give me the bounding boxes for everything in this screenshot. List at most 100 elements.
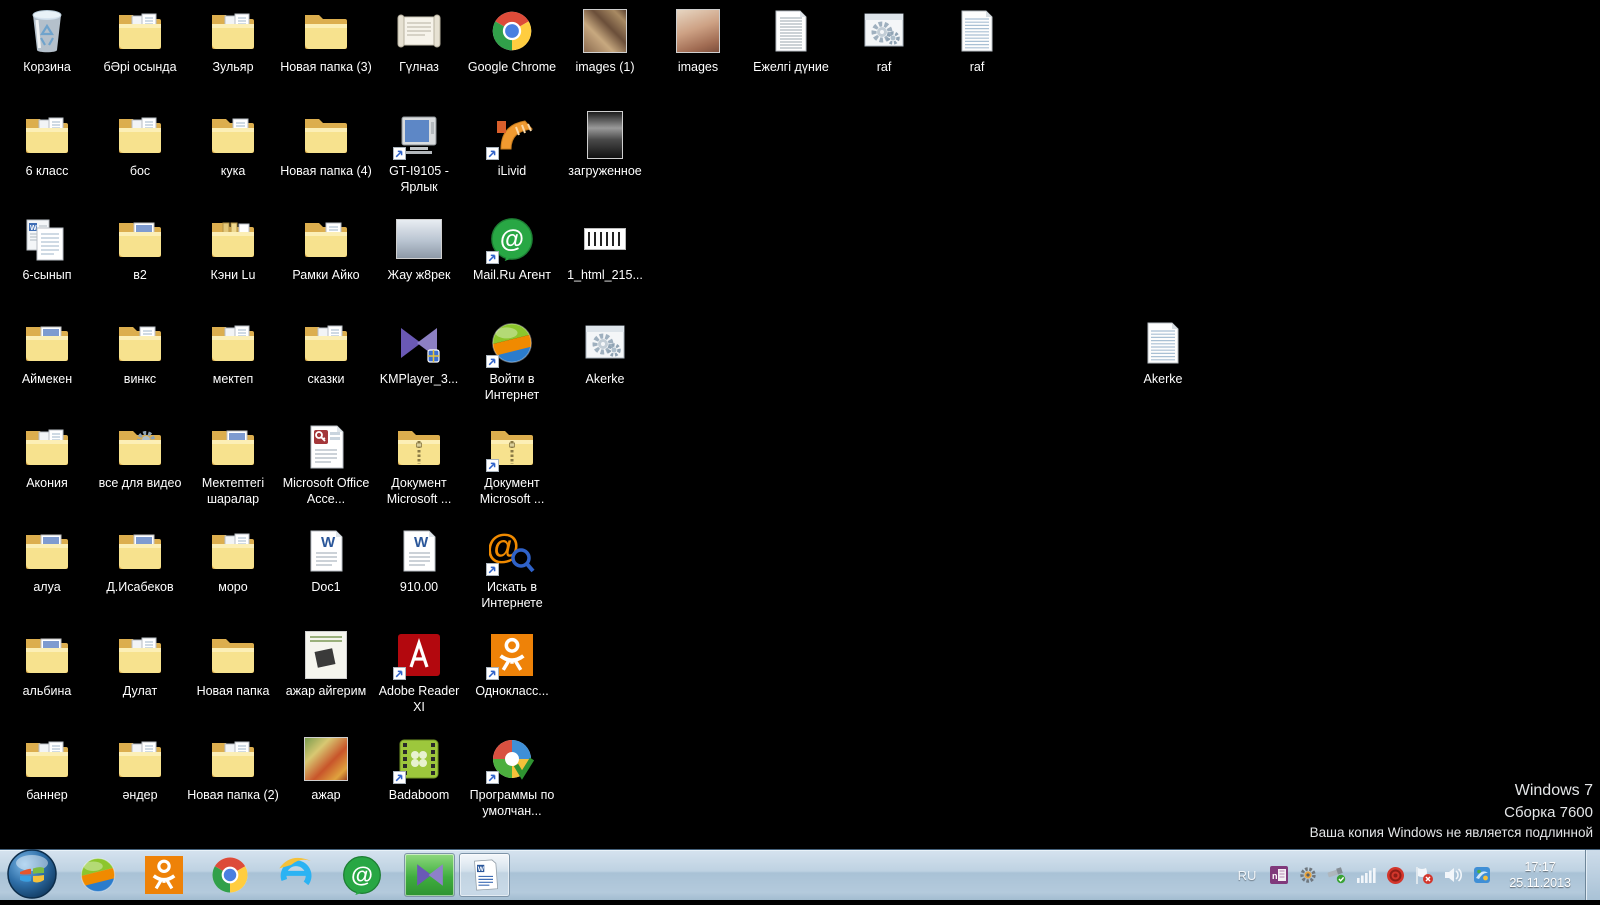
- volume-icon[interactable]: [1443, 865, 1463, 885]
- folder-icon[interactable]: Рамки Айко: [280, 214, 372, 283]
- mailru-tray-icon[interactable]: [1385, 865, 1405, 885]
- folder-icon[interactable]: Новая папка (4): [280, 110, 372, 179]
- word-window-button[interactable]: W: [459, 853, 510, 897]
- photo-thumbnail-icon[interactable]: images (1): [559, 6, 651, 75]
- kmplayer-window-button[interactable]: [404, 853, 455, 897]
- internet-explorer-icon[interactable]: [276, 855, 316, 895]
- folder-icon[interactable]: Дулат: [94, 630, 186, 699]
- folder-icon-art: [299, 214, 353, 264]
- photo-thumbnail-icon-art: [578, 214, 632, 264]
- show-desktop-button[interactable]: [1585, 850, 1600, 900]
- word-document-icon[interactable]: W 910.00: [373, 526, 465, 595]
- start-button[interactable]: [6, 848, 58, 900]
- desktop-icon-label: iLivid: [497, 164, 527, 178]
- language-indicator[interactable]: RU: [1234, 868, 1261, 883]
- photo-thumbnail-icon[interactable]: ажар: [280, 734, 372, 803]
- desktop-icon-label: Документ Microsoft ...: [479, 476, 545, 507]
- folder-icon[interactable]: Новая папка (3): [280, 6, 372, 75]
- desktop-icon-label: Гүлназ: [399, 60, 439, 74]
- mailru-agent-icon[interactable]: @: [342, 855, 382, 895]
- adobe-reader-shortcut-icon[interactable]: Adobe Reader XI: [373, 630, 465, 716]
- folder-icon[interactable]: сказки: [280, 318, 372, 387]
- folder-icon[interactable]: Аймекен: [1, 318, 93, 387]
- folder-icon-art: [299, 318, 353, 368]
- folder-icon[interactable]: альбина: [1, 630, 93, 699]
- gear-tray-icon[interactable]: [1298, 865, 1318, 885]
- folder-icon[interactable]: моро: [187, 526, 279, 595]
- folder-icon[interactable]: әндер: [94, 734, 186, 803]
- photo-thumbnail-icon[interactable]: ажар айгерим: [280, 630, 372, 699]
- folder-icon[interactable]: Д.Исабеков: [94, 526, 186, 595]
- desktop-icon-label: images: [677, 60, 719, 74]
- folder-icon[interactable]: Новая папка: [187, 630, 279, 699]
- folder-icon[interactable]: 6 класс: [1, 110, 93, 179]
- internet-sphere-icon[interactable]: [78, 855, 118, 895]
- odnoklassniki-icon[interactable]: [144, 855, 184, 895]
- network-signal-icon[interactable]: [1356, 865, 1376, 885]
- clock[interactable]: 17:17 25.11.2013: [1509, 859, 1571, 891]
- settings-window-icon[interactable]: Akerke: [559, 318, 651, 387]
- action-center-flag-icon[interactable]: [1414, 865, 1434, 885]
- notepad-file-icon-art: [1136, 318, 1190, 368]
- notepad-file-icon[interactable]: Akerke: [1117, 318, 1209, 387]
- folder-icon-art: [113, 6, 167, 56]
- mailru-agent-shortcut-icon[interactable]: @ Mail.Ru Агент: [466, 214, 558, 283]
- odnoklassniki-shortcut-icon[interactable]: Однокласс...: [466, 630, 558, 699]
- recycle-bin-icon[interactable]: Корзина: [1, 6, 93, 75]
- word-document-icon[interactable]: W Doc1: [280, 526, 372, 595]
- folder-icon[interactable]: бӘрі осында: [94, 6, 186, 75]
- chrome-icon[interactable]: Google Chrome: [466, 6, 558, 75]
- safely-remove-hardware-icon[interactable]: [1327, 865, 1347, 885]
- photo-thumbnail-icon-art: [299, 734, 353, 784]
- desktop-icon-label: Документ Microsoft ...: [386, 476, 452, 507]
- recycle-bin-icon-art: [20, 6, 74, 56]
- text-document-icon[interactable]: Ежелгі дүние: [745, 6, 837, 75]
- internet-sphere-shortcut-icon[interactable]: Войти в Интернет: [466, 318, 558, 404]
- ilivid-icon[interactable]: iLivid: [466, 110, 558, 179]
- folder-icon-art: [20, 318, 74, 368]
- kmplayer-icon[interactable]: KMPlayer_3...: [373, 318, 465, 387]
- desktop-icon-label: Однокласс...: [475, 684, 549, 698]
- photo-thumbnail-icon[interactable]: загруженное: [559, 110, 651, 179]
- folder-icon-art: [206, 318, 260, 368]
- desktop-icon-label: 6 класс: [25, 164, 69, 178]
- scroll-document-icon[interactable]: Гүлназ: [373, 6, 465, 75]
- zip-folder-icon[interactable]: Документ Microsoft ...: [373, 422, 465, 508]
- folder-icon-art: [206, 422, 260, 472]
- folder-icon[interactable]: бос: [94, 110, 186, 179]
- folder-icon[interactable]: Кэни Lu: [187, 214, 279, 283]
- folder-icon[interactable]: винкс: [94, 318, 186, 387]
- photo-thumbnail-icon[interactable]: images: [652, 6, 744, 75]
- folder-icon[interactable]: баннер: [1, 734, 93, 803]
- folder-icon[interactable]: алуа: [1, 526, 93, 595]
- settings-window-icon[interactable]: raf: [838, 6, 930, 75]
- default-programs-shortcut-icon[interactable]: Программы по умолчан...: [466, 734, 558, 820]
- access-document-icon[interactable]: Microsoft Office Acce...: [280, 422, 372, 508]
- folder-icon[interactable]: все для видео: [94, 422, 186, 491]
- chrome-icon[interactable]: [210, 855, 250, 895]
- clock-time: 17:17: [1524, 860, 1556, 874]
- folder-icon[interactable]: Новая папка (2): [187, 734, 279, 803]
- notepad-file-icon[interactable]: raf: [931, 6, 1023, 75]
- folder-icon[interactable]: в2: [94, 214, 186, 283]
- device-shortcut-icon[interactable]: GT-I9105 - Ярлык: [373, 110, 465, 196]
- folder-icon[interactable]: мектеп: [187, 318, 279, 387]
- photo-thumbnail-icon[interactable]: Жау ж8рек: [373, 214, 465, 283]
- photo-thumbnail-icon-art: [578, 110, 632, 160]
- onenote-tray-icon[interactable]: n: [1269, 865, 1289, 885]
- desktop-icon-label: GT-I9105 - Ярлык: [389, 164, 449, 195]
- folder-icon[interactable]: кука: [187, 110, 279, 179]
- default-programs-shortcut-icon-art: [485, 734, 539, 784]
- photo-thumbnail-icon[interactable]: 1_html_215...: [559, 214, 651, 283]
- photo-thumbnail-icon-art: [671, 6, 725, 56]
- windows-update-icon[interactable]: [1472, 865, 1492, 885]
- badaboom-shortcut-icon[interactable]: Badaboom: [373, 734, 465, 803]
- svg-text:W: W: [477, 866, 484, 873]
- zip-folder-shortcut-icon[interactable]: Документ Microsoft ...: [466, 422, 558, 508]
- desktop-icon-label: ажар: [311, 788, 341, 802]
- folder-icon[interactable]: Зульяр: [187, 6, 279, 75]
- search-internet-shortcut-icon[interactable]: @ Искать в Интернете: [466, 526, 558, 612]
- folder-icon[interactable]: Мектептегі шаралар: [187, 422, 279, 508]
- word-documents-icon[interactable]: W 6-сынып: [1, 214, 93, 283]
- folder-icon[interactable]: Акония: [1, 422, 93, 491]
